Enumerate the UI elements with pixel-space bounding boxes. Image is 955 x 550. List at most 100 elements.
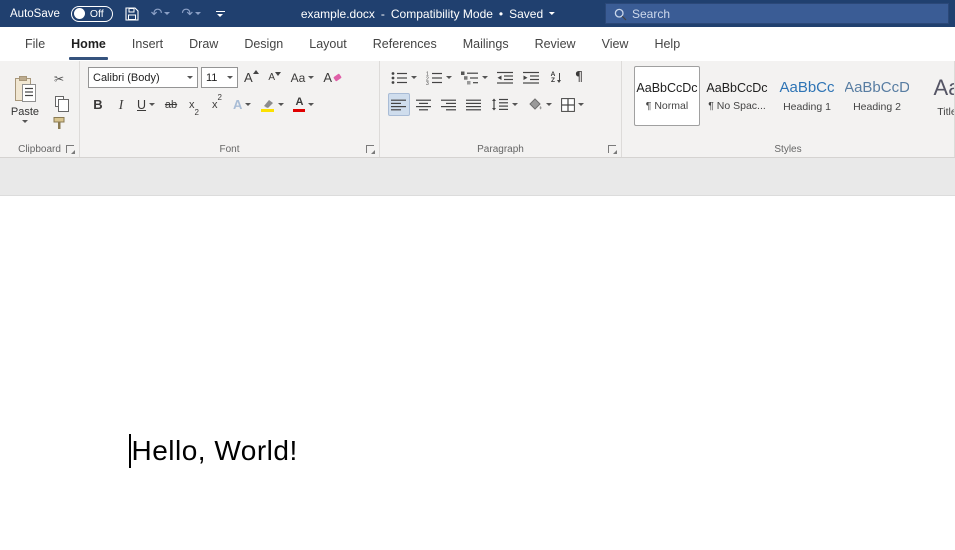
decrease-indent-icon	[497, 71, 514, 85]
paragraph-group-label: Paragraph	[380, 144, 621, 155]
font-group-label: Font	[80, 144, 379, 155]
format-painter-icon	[52, 116, 66, 130]
font-size-value: 11	[206, 72, 217, 84]
text-effects-icon: A	[233, 97, 242, 112]
line-spacing-button[interactable]	[488, 93, 521, 116]
style-no-spacing[interactable]: AaBbCcDc ¶ No Spac...	[704, 66, 770, 126]
tab-design[interactable]: Design	[231, 27, 296, 61]
format-painter-button[interactable]	[48, 114, 70, 132]
bullets-caret-icon	[411, 76, 417, 79]
font-name-select[interactable]: Calibri (Body)	[88, 67, 198, 88]
text-highlight-button[interactable]	[257, 93, 287, 116]
tab-mailings[interactable]: Mailings	[450, 27, 522, 61]
shading-button[interactable]	[524, 93, 555, 116]
tab-help[interactable]: Help	[641, 27, 693, 61]
bold-button[interactable]: B	[88, 93, 108, 116]
tab-layout[interactable]: Layout	[296, 27, 360, 61]
doc-name: example.docx	[301, 7, 375, 21]
justify-button[interactable]	[463, 93, 485, 116]
superscript-mark-icon: 2	[218, 93, 222, 102]
text-highlight-icon	[260, 98, 275, 112]
autosave-toggle[interactable]: Off	[71, 6, 113, 22]
style-normal[interactable]: AaBbCcDc ¶ Normal	[634, 66, 700, 126]
align-right-icon	[441, 99, 457, 111]
undo-button[interactable]: ↶	[151, 4, 171, 24]
paragraph-dialog-launcher[interactable]	[608, 145, 616, 153]
tab-review[interactable]: Review	[522, 27, 589, 61]
align-right-button[interactable]	[438, 93, 460, 116]
underline-button[interactable]: U	[134, 93, 158, 116]
undo-icon: ↶	[151, 7, 163, 21]
italic-icon: I	[119, 97, 124, 113]
text-cursor	[129, 434, 131, 468]
style-heading-1[interactable]: AaBbCc Heading 1	[774, 66, 840, 126]
font-size-select[interactable]: 11	[201, 67, 238, 88]
save-button[interactable]	[124, 4, 140, 24]
document-page[interactable]: Hello, World!	[0, 196, 955, 550]
change-case-button[interactable]: Aa	[288, 66, 318, 89]
title-dot: •	[499, 7, 503, 21]
paragraph-group: 1 2 3	[380, 61, 622, 157]
strikethrough-button[interactable]: ab	[161, 93, 181, 116]
tab-view[interactable]: View	[589, 27, 642, 61]
justify-icon	[466, 99, 482, 111]
superscript-button[interactable]: x 2	[207, 93, 227, 116]
tab-references[interactable]: References	[360, 27, 450, 61]
clipboard-dialog-launcher[interactable]	[66, 145, 74, 153]
save-icon	[125, 7, 139, 21]
style-title[interactable]: Aa Title	[914, 66, 955, 126]
font-color-letter: A	[295, 97, 303, 108]
italic-button[interactable]: I	[111, 93, 131, 116]
copy-button[interactable]	[48, 92, 70, 110]
align-left-button[interactable]	[388, 93, 410, 116]
save-status-button[interactable]: Saved	[509, 7, 555, 21]
font-dialog-launcher[interactable]	[366, 145, 374, 153]
clear-formatting-icon: A	[323, 70, 332, 85]
style-heading-1-label: Heading 1	[783, 101, 831, 113]
font-name-value: Calibri (Body)	[93, 72, 160, 84]
align-center-button[interactable]	[413, 93, 435, 116]
tab-insert[interactable]: Insert	[119, 27, 176, 61]
style-no-spacing-preview: AaBbCcDc	[706, 81, 767, 95]
style-heading-2[interactable]: AaBbCcD Heading 2	[844, 66, 910, 126]
title-bar: AutoSave Off ↶ ↷	[0, 0, 955, 27]
bullets-button[interactable]	[388, 66, 420, 89]
styles-group: AaBbCcDc ¶ Normal AaBbCcDc ¶ No Spac... …	[622, 61, 955, 157]
line-spacing-caret-icon	[512, 103, 518, 106]
document-text[interactable]: Hello, World!	[132, 435, 298, 467]
styles-group-label: Styles	[622, 144, 954, 155]
strikethrough-icon: ab	[165, 99, 177, 111]
customize-qat-button[interactable]	[212, 4, 228, 24]
tab-file[interactable]: File	[12, 27, 58, 61]
paste-button[interactable]: Paste	[4, 64, 46, 134]
sort-button[interactable]: A Z	[546, 66, 566, 89]
shrink-font-icon: A	[268, 72, 275, 83]
ribbon-tab-strip: File Home Insert Draw Design Layout Refe…	[0, 27, 955, 61]
numbering-button[interactable]: 1 2 3	[423, 66, 455, 89]
search-bar[interactable]: Search	[605, 3, 949, 24]
increase-indent-button[interactable]	[520, 66, 543, 89]
borders-button[interactable]	[558, 93, 587, 116]
font-color-button[interactable]: A	[290, 93, 317, 116]
cut-button[interactable]: ✂	[48, 70, 70, 88]
show-hide-marks-button[interactable]: ¶	[569, 66, 589, 89]
underline-icon: U	[137, 98, 146, 112]
numbering-icon: 1 2 3	[426, 71, 443, 85]
line-spacing-icon	[491, 98, 509, 111]
canvas-top-margin	[0, 158, 955, 196]
font-color-bar-icon	[293, 109, 305, 112]
decrease-indent-button[interactable]	[494, 66, 517, 89]
shrink-font-button[interactable]: A	[265, 66, 285, 89]
align-center-icon	[416, 99, 432, 111]
text-effects-button[interactable]: A	[230, 93, 254, 116]
font-color-caret-icon	[308, 103, 314, 106]
redo-button[interactable]: ↷	[181, 4, 201, 24]
tab-draw[interactable]: Draw	[176, 27, 231, 61]
multilevel-list-button[interactable]	[458, 66, 491, 89]
subscript-button[interactable]: x 2	[184, 93, 204, 116]
tab-home[interactable]: Home	[58, 27, 119, 61]
grow-font-button[interactable]: A	[241, 66, 262, 89]
clear-formatting-button[interactable]: A	[320, 66, 344, 89]
style-heading-2-label: Heading 2	[853, 101, 901, 113]
increase-indent-icon	[523, 71, 540, 85]
